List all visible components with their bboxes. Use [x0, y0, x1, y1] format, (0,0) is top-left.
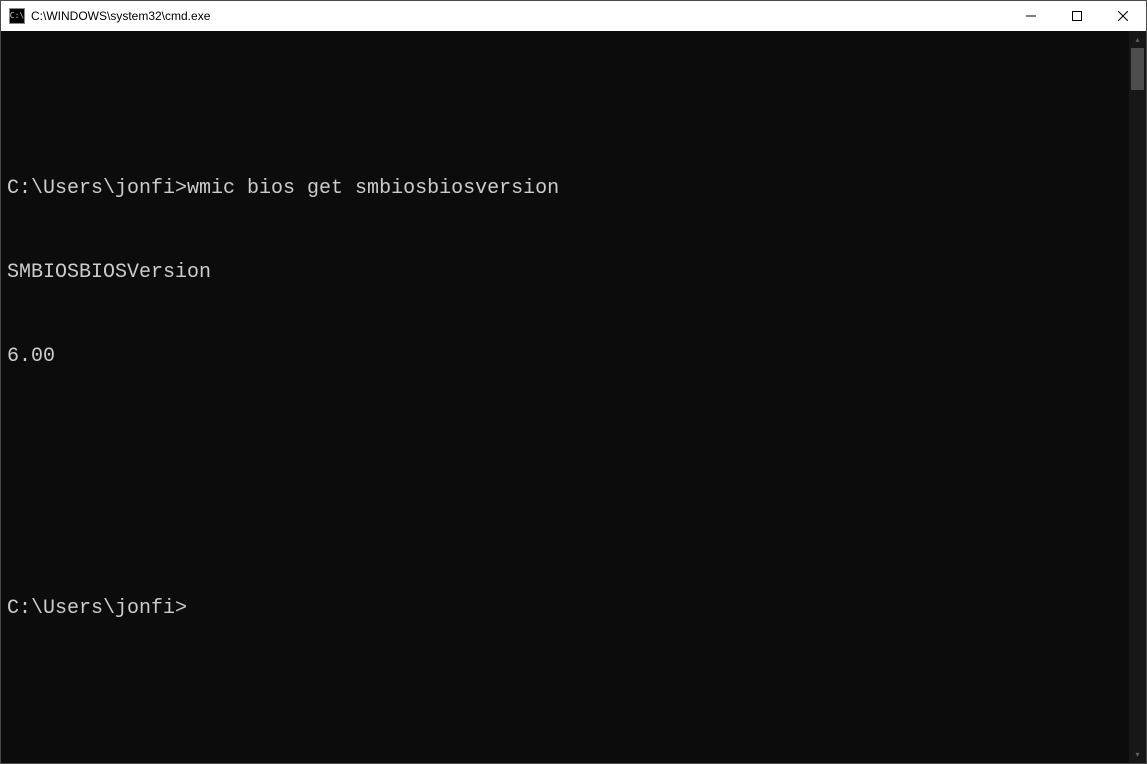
prompt: C:\Users\jonfi> [7, 597, 187, 620]
minimize-button[interactable] [1008, 1, 1054, 31]
chevron-down-icon: ▾ [1135, 750, 1139, 759]
titlebar[interactable]: C:\ C:\WINDOWS\system32\cmd.exe [1, 1, 1146, 31]
window-title: C:\WINDOWS\system32\cmd.exe [31, 9, 1008, 23]
cmd-icon-text: C:\ [10, 12, 24, 20]
chevron-up-icon: ▴ [1135, 35, 1139, 44]
close-button[interactable] [1100, 1, 1146, 31]
terminal-area: C:\Users\jonfi>wmic bios get smbiosbiosv… [1, 31, 1146, 763]
cmd-icon: C:\ [9, 8, 25, 24]
terminal-output-value: 6.00 [7, 343, 1123, 371]
maximize-icon [1072, 11, 1082, 21]
terminal-command-line: C:\Users\jonfi>wmic bios get smbiosbiosv… [7, 175, 1123, 203]
maximize-button[interactable] [1054, 1, 1100, 31]
terminal-blank-line [7, 427, 1123, 455]
scroll-thumb[interactable] [1131, 48, 1144, 90]
scroll-down-button[interactable]: ▾ [1129, 746, 1146, 763]
terminal-blank-line [7, 91, 1123, 119]
terminal-prompt-line: C:\Users\jonfi> [7, 595, 1123, 623]
terminal-blank-line [7, 511, 1123, 539]
prompt: C:\Users\jonfi> [7, 177, 187, 200]
close-icon [1118, 11, 1128, 21]
terminal-output-header: SMBIOSBIOSVersion [7, 259, 1123, 287]
command-text: wmic bios get smbiosbiosversion [187, 177, 559, 200]
minimize-icon [1026, 11, 1036, 21]
vertical-scrollbar[interactable]: ▴ ▾ [1129, 31, 1146, 763]
terminal[interactable]: C:\Users\jonfi>wmic bios get smbiosbiosv… [1, 31, 1129, 763]
scroll-up-button[interactable]: ▴ [1129, 31, 1146, 48]
window-controls [1008, 1, 1146, 31]
cmd-window: C:\ C:\WINDOWS\system32\cmd.exe [0, 0, 1147, 764]
